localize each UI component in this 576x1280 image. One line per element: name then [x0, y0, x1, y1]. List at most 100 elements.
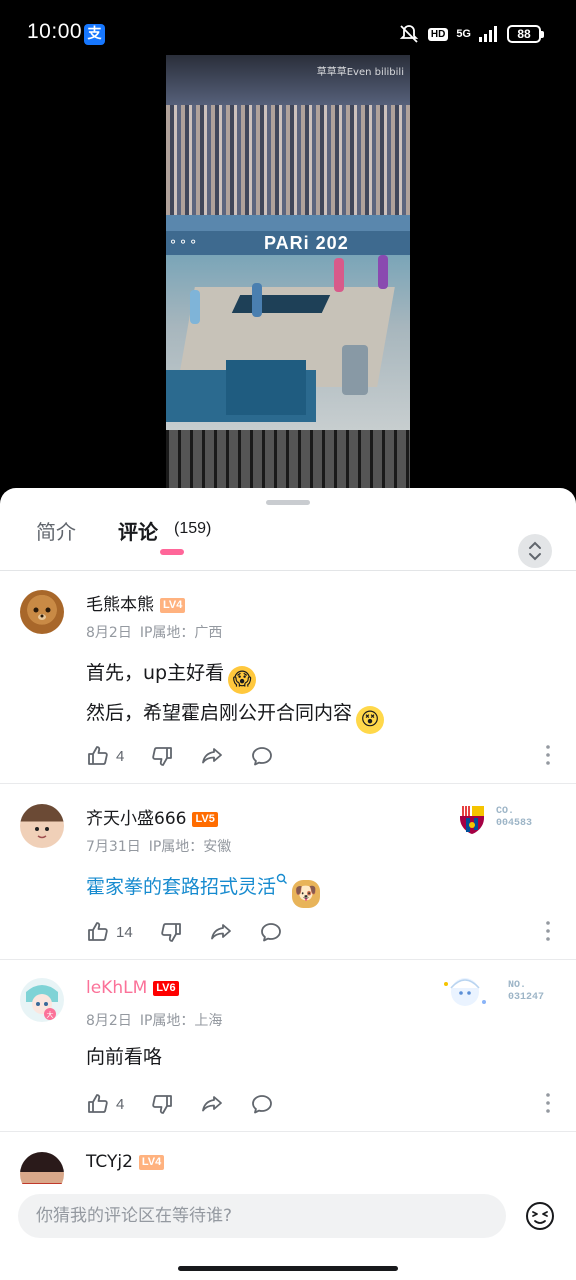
like-count: 4 [116, 1095, 125, 1113]
comment-meta: 8月2日 IP属地：广西 [86, 622, 230, 642]
more-options-icon[interactable] [546, 920, 550, 942]
ip-location: IP属地：广西 [139, 625, 223, 641]
dislike-button[interactable] [159, 920, 183, 944]
username[interactable]: TCYj2 LV4 [86, 1152, 165, 1172]
speech-bubble-icon [252, 747, 273, 766]
comment-input[interactable]: 你猜我的评论区在等待谁? [18, 1194, 506, 1238]
username-text[interactable]: TCYj2 [86, 1152, 133, 1172]
thumbs-up-icon [88, 1094, 108, 1113]
comment-line: 然后，希望霍启刚公开合同内容 [86, 702, 353, 724]
thumbs-up-icon [88, 922, 108, 941]
anime-character-badge-icon [444, 978, 486, 1006]
dizzy-face-emoji-icon: 😵 [356, 706, 385, 734]
avatar[interactable] [20, 590, 64, 634]
level-badge: LV4 [138, 1155, 165, 1170]
tab-divider [0, 570, 576, 571]
drag-handle[interactable] [266, 500, 310, 505]
comment-text: 向前看咯 [86, 1038, 162, 1076]
comment-input-bar: 你猜我的评论区在等待谁? [0, 1184, 576, 1254]
thumbs-down-icon [152, 1095, 173, 1114]
alipay-notification-icon: 支 [84, 24, 105, 45]
emoji-picker-icon[interactable] [524, 1200, 556, 1232]
comment-line: 首先，up主好看 [86, 662, 225, 684]
comment-actions: 4 [86, 1090, 300, 1118]
level-badge: LV5 [192, 812, 218, 827]
speech-bubble-icon [260, 923, 281, 942]
home-indicator[interactable] [178, 1266, 398, 1271]
avatar[interactable]: 大 [20, 978, 64, 1022]
tab-bar: 简介 评论 (159) [0, 512, 576, 570]
battery-level: 88 [507, 25, 541, 43]
fan-badge[interactable]: NO. 031247 [438, 972, 548, 1012]
comment-text: 霍家拳的套路招式灵活 🐶 [86, 868, 321, 908]
speech-bubble-icon [252, 1095, 273, 1114]
fan-badge-number: NO. 031247 [508, 980, 545, 1003]
ip-location: IP属地：上海 [139, 1013, 223, 1029]
comment-text: 首先，up主好看 😱 然后，希望霍启刚公开合同内容 😵 [86, 654, 385, 734]
svg-text:大: 大 [47, 1010, 54, 1019]
like-button[interactable]: 14 [86, 920, 133, 944]
comment-search-link[interactable]: 霍家拳的套路招式灵活 [86, 876, 276, 898]
username-text[interactable]: leKhLM [86, 978, 147, 998]
like-button[interactable]: 4 [86, 1092, 124, 1116]
comment-date: 7月31日 [86, 839, 141, 855]
chevron-up-down-icon [529, 541, 541, 561]
reply-button[interactable] [250, 744, 274, 768]
hd-badge: HD [427, 27, 449, 41]
reply-button[interactable] [250, 1092, 274, 1116]
ip-location: IP属地：安徽 [148, 839, 232, 855]
comments-panel: 简介 评论 (159) 毛熊本熊 LV4 8月2日 IP属地：广西 首先，up主好看… [0, 488, 576, 1280]
video-player[interactable]: PARi 202 ⚬⚬⚬ 草草草Even bilibili [166, 55, 410, 495]
share-button[interactable] [200, 1092, 224, 1116]
scared-face-emoji-icon: 😱 [228, 666, 257, 694]
username[interactable]: 毛熊本熊 LV4 [86, 590, 186, 615]
comment-actions: 4 [86, 742, 300, 770]
status-icons: HD 5G 88 [398, 22, 544, 46]
thumbs-up-icon [88, 746, 108, 765]
fan-badge[interactable]: CO. 004583 [438, 798, 548, 838]
active-tab-indicator [160, 549, 184, 555]
username-text[interactable]: 齐天小盛666 [86, 809, 186, 829]
olympic-rings-icon: ⚬⚬⚬ [168, 235, 199, 249]
thumbs-down-icon [160, 923, 181, 942]
signal-icon [479, 26, 497, 42]
avatar[interactable] [20, 804, 64, 848]
share-icon [202, 748, 223, 764]
dislike-button[interactable] [150, 744, 174, 768]
level-badge: LV6 [153, 981, 179, 996]
comment-line: 向前看咯 [86, 1046, 163, 1068]
like-count: 14 [116, 923, 133, 941]
share-button[interactable] [209, 920, 233, 944]
comment-actions: 14 [86, 918, 309, 946]
share-icon [210, 924, 231, 940]
battery-icon: 88 [507, 25, 544, 43]
share-icon [202, 1096, 223, 1112]
username[interactable]: leKhLM LV6 [86, 978, 179, 998]
doge-emoji-icon: 🐶 [292, 880, 321, 908]
tab-intro[interactable]: 简介 [36, 516, 76, 545]
username[interactable]: 齐天小盛666 LV5 [86, 804, 218, 829]
tab-comments[interactable]: 评论 [118, 516, 158, 545]
thumbs-down-icon [152, 747, 173, 766]
video-watermark: 草草草Even bilibili [316, 67, 404, 78]
dislike-button[interactable] [150, 1092, 174, 1116]
comment-meta: 8月2日 IP属地：上海 [86, 1010, 230, 1030]
barcelona-crest-icon [460, 806, 484, 834]
more-options-icon[interactable] [546, 744, 550, 766]
like-button[interactable]: 4 [86, 744, 124, 768]
venue-text: PARi 202 [264, 233, 349, 253]
comment-divider [0, 783, 576, 784]
network-type: 5G [456, 27, 471, 40]
share-button[interactable] [200, 744, 224, 768]
comment-meta: 7月31日 IP属地：安徽 [86, 836, 239, 856]
reply-button[interactable] [259, 920, 283, 944]
comment-divider [0, 1131, 576, 1132]
level-badge: LV4 [160, 598, 186, 613]
more-options-icon[interactable] [546, 1092, 550, 1114]
search-small-icon [276, 873, 288, 884]
comment-date: 8月2日 [86, 1013, 132, 1029]
collapse-button[interactable] [518, 534, 552, 568]
fan-badge-number: CO. 004583 [496, 806, 533, 829]
username-text[interactable]: 毛熊本熊 [86, 595, 154, 615]
comment-count: (159) [174, 520, 212, 537]
